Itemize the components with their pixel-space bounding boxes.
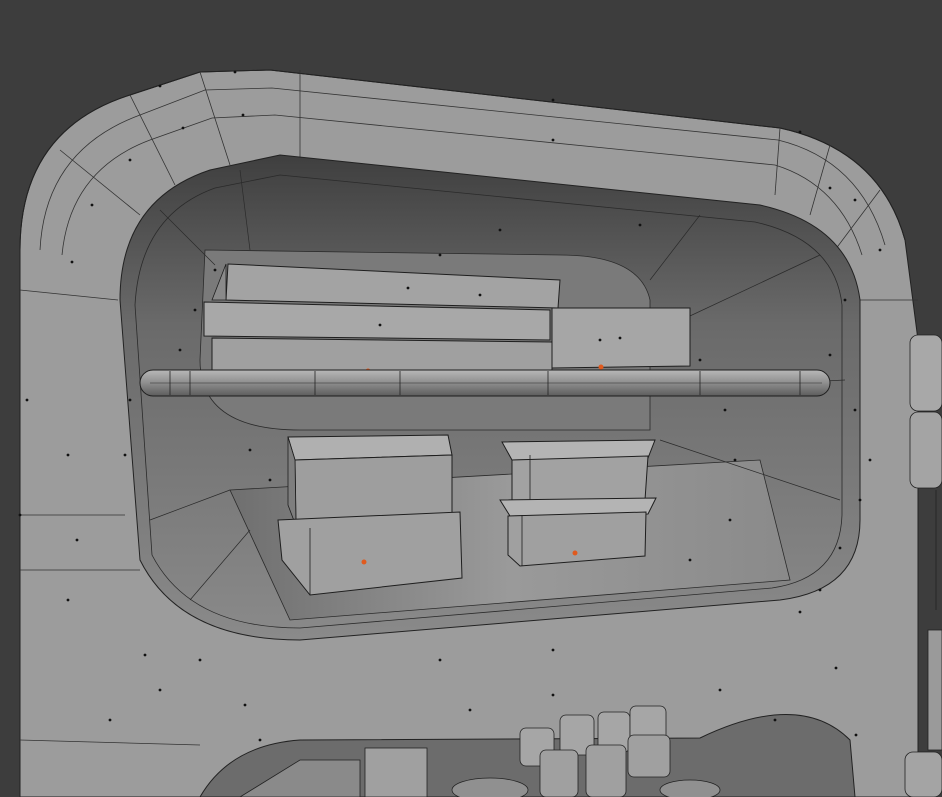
mesh-vertex [834,666,838,670]
mesh-vertex [108,718,112,722]
mesh-vertex [638,223,642,227]
mesh-vertex [598,338,602,342]
mesh-vertex [828,353,832,357]
mesh-vertex [733,458,737,462]
origin-point [598,364,604,370]
mesh-vertex [75,538,79,542]
mesh-vertex [868,458,872,462]
mesh-vertex [478,293,482,297]
mesh-vertex [618,336,622,340]
mesh-vertex [798,610,802,614]
mesh-vertex [406,286,410,290]
mesh-vertex [258,738,262,742]
mesh-vertex [438,253,442,257]
mesh-vertex [698,358,702,362]
mesh-vertex [25,398,29,402]
mesh-vertex [70,260,74,264]
mesh-vertex [66,453,70,457]
mesh-vertex [181,126,185,130]
mesh-vertex [438,658,442,662]
mesh-vertex [798,130,802,134]
3d-viewport[interactable] [0,0,942,797]
mesh-vertex [498,228,502,232]
mesh-vertex [128,158,132,162]
mesh-vertex [853,198,857,202]
mesh-vertex [158,84,162,88]
origin-point [361,559,367,565]
mesh-vertex [213,268,217,272]
mesh-vertex [838,546,842,550]
crate-top-3[interactable] [211,337,553,374]
mesh-vertex [123,453,127,457]
mesh-vertex [878,248,882,252]
mesh-vertex [854,733,858,737]
container-right-top[interactable] [501,439,656,505]
mesh-vertex [468,708,472,712]
shelf-rail[interactable] [139,369,831,397]
mesh-vertex [843,298,847,302]
mesh-vertex [858,498,862,502]
mesh-vertex [551,98,555,102]
mesh-vertex [728,518,732,522]
mesh-vertex [128,398,132,402]
mesh-vertex [233,70,237,74]
mesh-vertex [723,408,727,412]
crate-lower-left-top[interactable] [287,434,453,527]
viewport-canvas[interactable] [0,0,942,797]
mesh-vertex [378,323,382,327]
mesh-vertex [268,478,272,482]
mesh-vertex [551,648,555,652]
mesh-vertex [18,513,22,517]
mesh-vertex [828,186,832,190]
container-right-bottom[interactable] [499,497,657,567]
mesh-vertex [241,113,245,117]
mesh-vertex [248,448,252,452]
mesh-vertex [853,408,857,412]
mesh-vertex [818,588,822,592]
mesh-vertex [243,703,247,707]
mesh-vertex [551,138,555,142]
mesh-vertex [178,348,182,352]
origin-point [572,550,578,556]
mesh-vertex [193,308,197,312]
shelf-recess [119,154,861,641]
mesh-vertex [66,598,70,602]
mesh-vertex [551,693,555,697]
mesh-vertex [198,658,202,662]
mesh-vertex [158,688,162,692]
mesh-vertex [143,653,147,657]
mesh-vertex [90,203,94,207]
mesh-vertex [688,558,692,562]
mesh-vertex [773,718,777,722]
mesh-vertex [718,688,722,692]
